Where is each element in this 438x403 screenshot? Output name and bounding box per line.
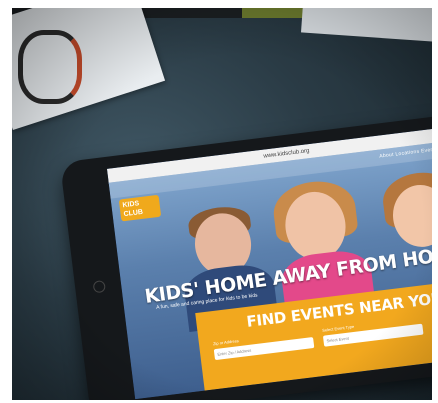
hero-section: About Locations Events Contact KIDS CLUB… [108,138,432,400]
tablet-device: www.kidsclub.org About Locations Events … [59,111,432,400]
tablet-screen: www.kidsclub.org About Locations Events … [106,124,432,400]
site-logo: KIDS CLUB [118,194,162,222]
photo: www.kidsclub.org About Locations Events … [12,8,432,400]
eyeglasses [18,30,82,104]
field1-label: Zip or Address [212,338,239,347]
tablet-home-button [92,279,106,294]
paper-sheet-2 [301,8,432,44]
